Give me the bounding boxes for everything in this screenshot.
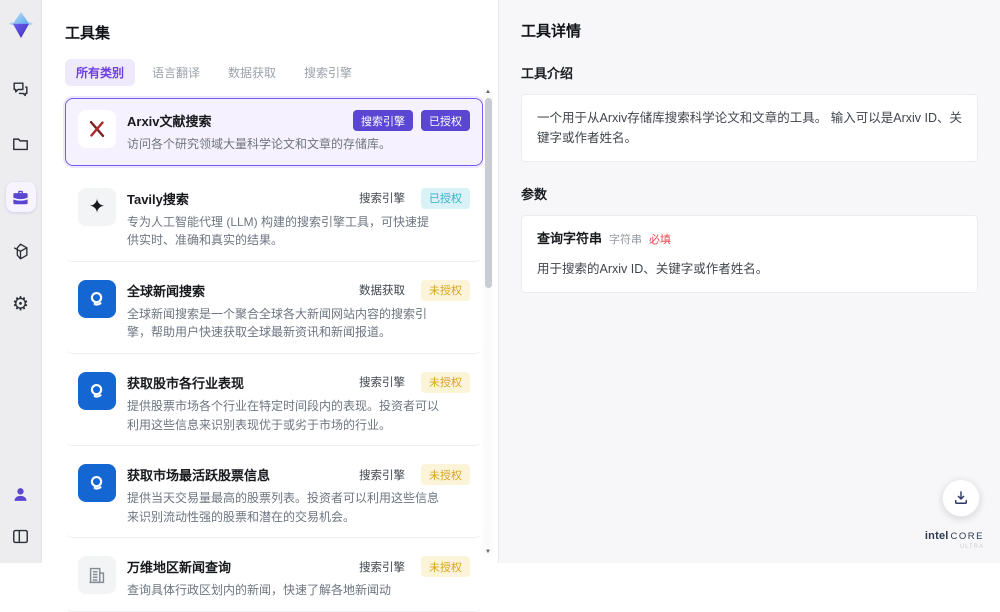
tool-detail-panel: 工具详情 工具介绍 一个用于从Arxiv存储库搜索科学论文和文章的工具。 输入可…: [498, 0, 1000, 563]
tool-name: 获取市场最活跃股票信息: [127, 468, 271, 484]
category-tabs: 所有类别 语言翻译 数据获取 搜索引擎: [65, 59, 498, 86]
tool-card-5[interactable]: 万维地区新闻查询 搜索引擎 未授权 查询具体行政区划内的新闻，快速了解各地新闻动: [65, 544, 483, 612]
scrollbar-up-arrow-icon[interactable]: ▲: [483, 88, 493, 96]
core-series-text: CORE: [950, 530, 984, 542]
layout-panel-icon: [11, 527, 30, 546]
tool-description: 访问各个研究领域大量科学论文和文章的存储库。: [127, 137, 392, 151]
ultra-tier-text: ULTRA: [959, 544, 984, 551]
user-icon: [11, 485, 30, 504]
arxiv-x-icon: [78, 110, 116, 148]
left-rail: ⚙: [0, 0, 42, 563]
tool-status-badge: 已授权: [421, 110, 470, 131]
sidebar-item-packages[interactable]: [6, 236, 36, 266]
intro-text: 一个用于从Arxiv存储库搜索科学论文和文章的工具。 输入可以是Arxiv ID…: [537, 111, 963, 145]
param-required-badge: 必填: [649, 234, 672, 246]
tool-status-badge: 已授权: [421, 187, 470, 209]
tool-card-0[interactable]: Arxiv文献搜索 搜索引擎 已授权 访问各个研究领域大量科学论文和文章的存储库…: [65, 98, 483, 166]
sidebar-item-panel[interactable]: [6, 521, 36, 551]
tool-name: Arxiv文献搜索: [127, 114, 212, 129]
scrollbar-down-arrow-icon[interactable]: ▼: [483, 548, 493, 556]
sidebar-item-account[interactable]: [6, 479, 36, 509]
tool-status-badge: 未授权: [421, 556, 470, 578]
blue-search-icon: [78, 279, 116, 318]
list-scrollbar[interactable]: ▲ ▼: [483, 88, 493, 556]
detail-title: 工具详情: [521, 23, 582, 40]
sparkle-icon: ✦: [78, 187, 116, 226]
param-desc: 用于搜索的Arxiv ID、关键字或作者姓名。: [537, 261, 769, 276]
param-row: 查询字符串 字符串 必填: [537, 229, 962, 250]
param-name: 查询字符串: [537, 231, 603, 246]
tool-name: 全球新闻搜索: [127, 283, 206, 299]
blue-search-icon: [78, 464, 116, 503]
tool-status-badge: 未授权: [421, 371, 470, 393]
tool-description: 提供股票市场各个行业在特定时间段内的表现。投资者可以利用这些信息来识别表现优于或…: [127, 398, 440, 432]
blue-search-icon: [78, 371, 116, 410]
tool-category-tag: 搜索引擎: [353, 110, 413, 131]
tool-name: Tavily搜索: [127, 191, 189, 207]
tool-category-tag: 搜索引擎: [359, 561, 405, 574]
tool-description: 专为人工智能代理 (LLM) 构建的搜索引擎工具，可快速提供实时、准确和真实的结…: [127, 214, 430, 248]
tab-1[interactable]: 语言翻译: [141, 59, 211, 86]
gear-icon: ⚙: [11, 294, 30, 315]
download-button[interactable]: [942, 479, 980, 517]
download-icon: [952, 489, 970, 507]
tool-name: 万维地区新闻查询: [127, 560, 232, 576]
tool-name: 获取股市各行业表现: [127, 375, 245, 391]
tool-card-4[interactable]: 获取市场最活跃股票信息 搜索引擎 未授权 提供当天交易量最高的股票列表。投资者可…: [65, 452, 483, 539]
params-heading: 参数: [521, 187, 548, 202]
app-gem-logo: [6, 10, 36, 40]
tool-card-1[interactable]: ✦ Tavily搜索 搜索引擎 已授权 专为人工智能代理 (LLM) 构建的搜索…: [65, 175, 483, 262]
param-card: 查询字符串 字符串 必填 用于搜索的Arxiv ID、关键字或作者姓名。: [521, 215, 978, 293]
tool-category-tag: 搜索引擎: [359, 377, 405, 390]
tool-category-tag: 搜索引擎: [359, 193, 405, 206]
page-title: 工具集: [65, 25, 111, 42]
tab-3[interactable]: 搜索引擎: [293, 59, 363, 86]
sidebar-item-files[interactable]: [6, 128, 36, 158]
tab-2[interactable]: 数据获取: [217, 59, 287, 86]
tool-card-2[interactable]: 全球新闻搜索 数据获取 未授权 全球新闻搜索是一个聚合全球各大新闻网站内容的搜索…: [65, 267, 483, 354]
tool-status-badge: 未授权: [421, 279, 470, 301]
tool-status-badge: 未授权: [421, 464, 470, 486]
rail-bottom: [6, 479, 36, 551]
sidebar-item-tools[interactable]: [5, 182, 36, 212]
scrollbar-thumb[interactable]: [484, 98, 492, 288]
tool-card-3[interactable]: 获取股市各行业表现 搜索引擎 未授权 提供股票市场各个行业在特定时间段内的表现。…: [65, 359, 483, 447]
rail-nav: ⚙: [5, 74, 36, 320]
tool-description: 查询具体行政区划内的新闻，快速了解各地新闻动: [127, 583, 392, 598]
intro-heading: 工具介绍: [521, 66, 574, 81]
tool-list-panel: 工具集 所有类别 语言翻译 数据获取 搜索引擎 Arxiv文献搜索 搜索引擎 已授权 …: [42, 0, 498, 612]
tool-description: 全球新闻搜索是一个聚合全球各大新闻网站内容的搜索引擎，帮助用户快速获取全球最新资…: [127, 306, 428, 340]
briefcase-icon: [11, 188, 30, 207]
intro-card: 一个用于从Arxiv存储库搜索科学论文和文章的工具。 输入可以是Arxiv ID…: [521, 94, 978, 162]
sidebar-item-chat[interactable]: [6, 74, 36, 104]
tool-list: Arxiv文献搜索 搜索引擎 已授权 访问各个研究领域大量科学论文和文章的存储库…: [65, 98, 483, 612]
chat-icon: [11, 80, 30, 99]
cube-icon: [11, 242, 30, 261]
tab-0[interactable]: 所有类别: [65, 59, 136, 86]
sidebar-item-settings[interactable]: ⚙: [6, 290, 36, 320]
building-icon: [78, 556, 116, 595]
tool-category-tag: 数据获取: [359, 285, 405, 298]
param-type: 字符串: [609, 234, 643, 246]
tool-description: 提供当天交易量最高的股票列表。投资者可以利用这些信息来识别流动性强的股票和潜在的…: [127, 491, 440, 524]
folder-icon: [11, 134, 30, 153]
intel-brand-text: intel: [924, 529, 949, 542]
tool-category-tag: 搜索引擎: [359, 469, 405, 482]
intel-core-badge: intel CORE ULTRA: [925, 530, 984, 551]
